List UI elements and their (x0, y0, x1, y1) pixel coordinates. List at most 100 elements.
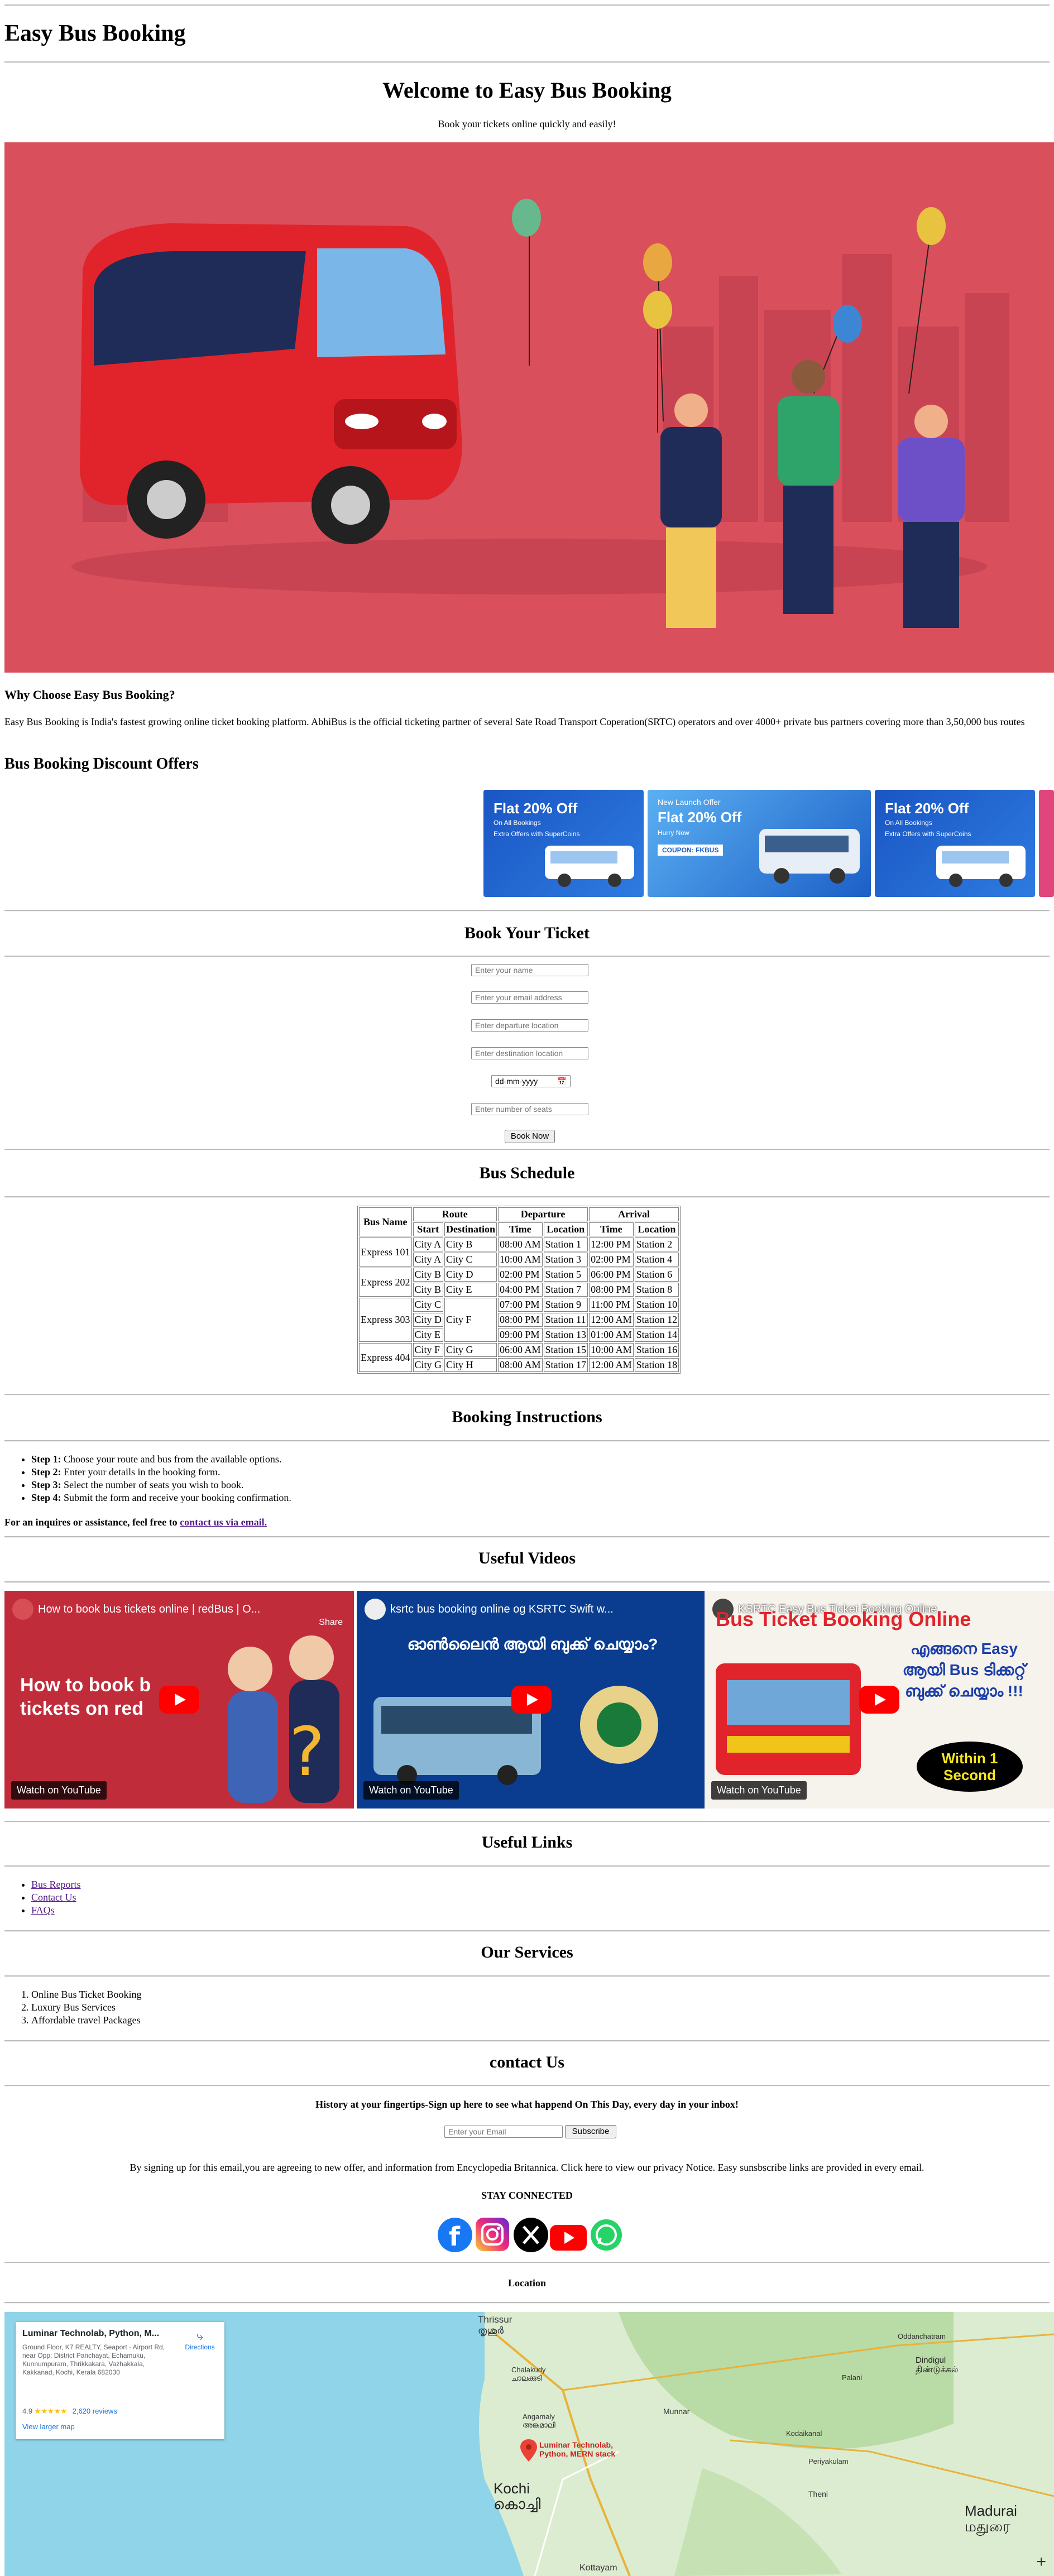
whatsapp-icon[interactable] (591, 2219, 622, 2251)
date-input[interactable]: dd-mm-yyyy 📅 (491, 1075, 571, 1087)
bus-icon (759, 829, 860, 884)
channel-avatar[interactable] (365, 1599, 386, 1620)
offer-card[interactable]: Flat 20% Off On All Bookings Extra Offer… (483, 790, 644, 897)
newsletter-disclaimer: By signing up for this email,you are agr… (130, 2162, 924, 2173)
offer-line: On All Bookings (885, 819, 932, 827)
seats-input[interactable] (471, 1103, 588, 1115)
watch-on-youtube[interactable]: Watch on YouTube (11, 1781, 107, 1800)
video-embed[interactable]: How to book bus tickets online | redBus … (4, 1591, 354, 1809)
faqs-link[interactable]: FAQs (31, 1905, 55, 1916)
calendar-icon[interactable]: 📅 (557, 1076, 567, 1087)
bus-name-cell: Express 303 (359, 1298, 412, 1342)
video-title[interactable]: How to book bus tickets online | redBus … (38, 1603, 339, 1616)
directions-button[interactable]: ⤷ Directions (183, 2329, 217, 2351)
rating-stars-icon: ★★★★★ (34, 2407, 67, 2415)
x-twitter-icon[interactable] (514, 2218, 548, 2252)
step-label: Step 3: (31, 1479, 61, 1490)
email-input[interactable] (471, 991, 588, 1004)
why-title: Why Choose Easy Bus Booking? (4, 688, 175, 702)
view-larger-map-link[interactable]: View larger map (22, 2423, 75, 2431)
rating-row: 4.9 ★★★★★ 2,620 reviews (22, 2407, 117, 2416)
location-title: Location (507, 2277, 546, 2289)
watch-on-youtube[interactable]: Watch on YouTube (711, 1781, 807, 1800)
bus-name-cell: Express 202 (359, 1268, 412, 1297)
table-cell: Station 8 (634, 1283, 679, 1297)
col-arr-location: Location (634, 1222, 679, 1236)
offer-card[interactable]: New Launch Offer Flat 20% Off Hurry Now … (648, 790, 871, 897)
table-cell: City E (444, 1283, 497, 1297)
table-cell: Station 9 (543, 1298, 588, 1312)
offer-line: On All Bookings (494, 819, 541, 827)
video-embed[interactable]: ksrtc bus booking online og KSRTC Swift … (357, 1591, 706, 1809)
table-cell: City H (444, 1358, 497, 1372)
contact-line: For an inquires or assistance, feel free… (4, 1517, 267, 1528)
table-cell: City B (413, 1283, 444, 1297)
map-place-label: Thrissur തൃശൂർ (478, 2314, 512, 2336)
offer-line: Extra Offers with SuperCoins (494, 830, 580, 838)
zoom-in-icon[interactable]: + (1036, 2553, 1046, 2572)
map-place-label: Kottayam (579, 2563, 617, 2573)
table-cell: Station 17 (543, 1358, 588, 1372)
list-item: Step 4: Submit the form and receive your… (31, 1491, 291, 1504)
rating-value: 4.9 (22, 2407, 33, 2415)
table-cell: 02:00 PM (589, 1253, 634, 1267)
contact-us-link[interactable]: Contact Us (31, 1892, 76, 1903)
table-cell: City B (444, 1237, 497, 1251)
top-divider (4, 4, 1050, 6)
offer-coupon: COUPON: FKBUS (658, 845, 724, 856)
name-input[interactable] (471, 964, 588, 976)
divider (4, 1149, 1050, 1150)
table-cell: City E (413, 1328, 444, 1342)
table-cell: City B (413, 1268, 444, 1282)
bus-reports-link[interactable]: Bus Reports (31, 1879, 81, 1890)
facebook-icon[interactable]: f (438, 2218, 472, 2252)
destination-input[interactable] (471, 1047, 588, 1059)
divider (4, 1865, 1050, 1867)
table-cell: City C (444, 1253, 497, 1267)
map-place-label: Theni (808, 2489, 828, 2498)
youtube-icon[interactable] (550, 2225, 587, 2251)
divider (4, 1196, 1050, 1198)
bus-name-cell: Express 101 (359, 1237, 412, 1267)
list-item: Step 2: Enter your details in the bookin… (31, 1466, 291, 1479)
play-button[interactable] (159, 1686, 199, 1714)
watch-on-youtube[interactable]: Watch on YouTube (363, 1781, 459, 1800)
google-map[interactable]: Thrissur തൃശൂർ Chalakudy ചാലക്കുടി Angam… (4, 2312, 1054, 2576)
newsletter-email-input[interactable] (444, 2126, 563, 2138)
offer-card[interactable]: Flat 20% Off On All Bookings Extra Offer… (875, 790, 1035, 897)
bus-icon (936, 846, 1026, 887)
subscribe-button[interactable]: Subscribe (565, 2125, 616, 2138)
play-button[interactable] (511, 1686, 552, 1714)
bus-icon (545, 846, 634, 887)
map-pin-label: Luminar Technolab, Python, MERN stack (539, 2440, 616, 2458)
table-cell: Station 3 (543, 1253, 588, 1267)
offer-headline: Flat 20% Off (494, 800, 578, 817)
offer-card-partial[interactable] (1039, 790, 1054, 897)
table-cell: Station 6 (634, 1268, 679, 1282)
table-cell: 10:00 AM (589, 1343, 634, 1357)
list-item: Step 1: Choose your route and bus from t… (31, 1453, 291, 1466)
table-cell: 08:00 PM (498, 1313, 543, 1327)
bus-name-cell: Express 404 (359, 1343, 412, 1372)
channel-avatar[interactable] (12, 1599, 33, 1620)
bus-graphic (80, 223, 462, 544)
book-now-button[interactable]: Book Now (505, 1130, 555, 1143)
table-cell: Station 2 (634, 1237, 679, 1251)
departure-input[interactable] (471, 1019, 588, 1032)
schedule-table: Bus Name Route Departure Arrival Start D… (357, 1206, 681, 1374)
list-item: FAQs (31, 1904, 81, 1917)
map-pin-icon[interactable] (520, 2439, 537, 2462)
video-title[interactable]: ksrtc bus booking online og KSRTC Swift … (390, 1603, 692, 1616)
table-cell: City D (413, 1313, 444, 1327)
contact-email-link[interactable]: contact us via email. (180, 1517, 267, 1528)
instagram-icon[interactable] (476, 2218, 509, 2251)
video-embed[interactable]: KSRTC Easy Bus Ticket Booking Online Bus… (705, 1591, 1054, 1809)
map-place-label: Madurai மதுரை (965, 2502, 1017, 2535)
share-button[interactable]: Share (319, 1618, 343, 1628)
table-cell: Station 12 (634, 1313, 679, 1327)
table-cell: Station 10 (634, 1298, 679, 1312)
play-button[interactable] (859, 1686, 899, 1714)
table-cell: 04:00 PM (498, 1283, 543, 1297)
reviews-link[interactable]: 2,620 reviews (73, 2407, 117, 2415)
col-arrival: Arrival (589, 1207, 679, 1221)
